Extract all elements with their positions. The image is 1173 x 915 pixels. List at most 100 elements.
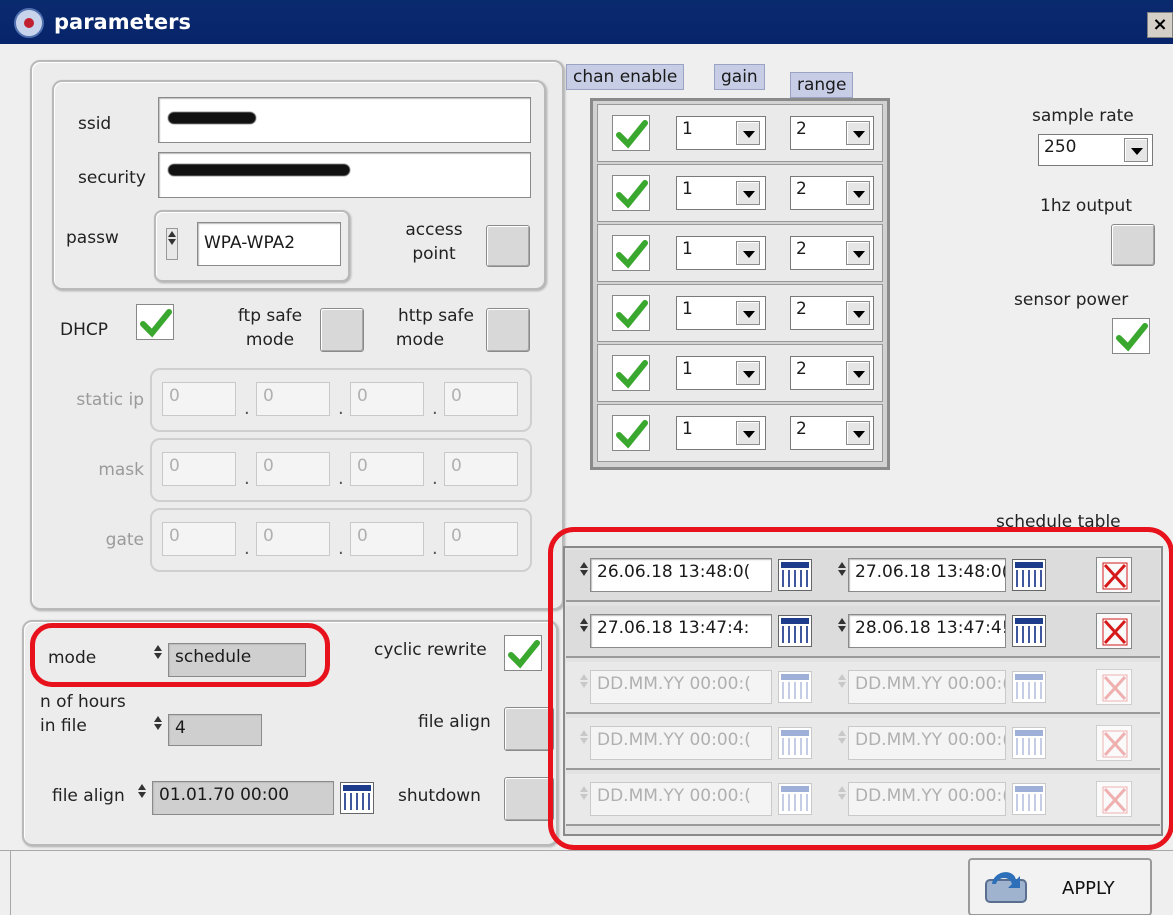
chevron-down-icon[interactable] (846, 121, 870, 145)
file-align-field[interactable]: 01.01.70 00:00 (152, 781, 334, 815)
bottom-divider (0, 850, 1173, 851)
octet-dot: . (338, 398, 344, 419)
left-edge (10, 850, 11, 915)
ip-octet-field[interactable]: 0 (350, 452, 424, 486)
dhcp-label: DHCP (60, 320, 108, 340)
chevron-down-icon[interactable] (846, 241, 870, 265)
chevron-down-icon[interactable] (736, 301, 760, 325)
security-label: security (78, 168, 146, 188)
redacted-security (168, 164, 350, 176)
gain-value: 1 (682, 179, 693, 199)
chevron-down-icon[interactable] (846, 361, 870, 385)
chevron-down-icon[interactable] (846, 301, 870, 325)
sensor-power-label: sensor power (1014, 290, 1129, 310)
cyclic-rewrite-checkbox[interactable] (504, 635, 542, 671)
hours-spinner[interactable] (152, 714, 164, 746)
access-point-label-2: point (412, 244, 456, 264)
ip-octet-field[interactable]: 0 (444, 522, 518, 556)
shutdown-button[interactable] (504, 777, 554, 821)
access-point-button[interactable] (486, 225, 530, 267)
calendar-icon[interactable] (340, 782, 374, 814)
access-point-label-1: access (405, 220, 463, 240)
check-icon (616, 180, 648, 209)
ip-octet-field[interactable]: 0 (350, 522, 424, 556)
check-icon (1116, 323, 1148, 352)
ip-octet-field[interactable]: 0 (162, 452, 236, 486)
close-button[interactable]: × (1147, 12, 1173, 38)
window-title: parameters (54, 10, 191, 34)
file-align-label: file align (52, 786, 125, 806)
hz-output-button[interactable] (1111, 224, 1155, 266)
parameters-window: parameters × ssid security passw WPA-WPA… (0, 0, 1173, 915)
http-safe-label-2: mode (395, 330, 445, 350)
http-safe-mode-button[interactable] (486, 308, 530, 352)
redacted-ssid (168, 112, 256, 124)
range-value: 2 (796, 299, 807, 319)
chevron-down-icon[interactable] (736, 181, 760, 205)
sensor-power-checkbox[interactable] (1112, 318, 1150, 354)
chevron-down-icon[interactable] (736, 241, 760, 265)
range-value: 2 (796, 359, 807, 379)
passw-field[interactable]: WPA-WPA2 (197, 222, 341, 266)
octet-dot: . (432, 538, 438, 559)
ip-octet-field[interactable]: 0 (350, 382, 424, 416)
ip-row-label: mask (98, 460, 144, 480)
octet-dot: . (244, 538, 250, 559)
title-bar: parameters × (0, 0, 1173, 44)
gain-value: 1 (682, 239, 693, 259)
channel-enable-checkbox[interactable] (612, 175, 650, 211)
chevron-down-icon[interactable] (1124, 138, 1148, 162)
sample-rate-value: 250 (1044, 137, 1077, 157)
chevron-down-icon[interactable] (846, 421, 870, 445)
chevron-down-icon[interactable] (736, 361, 760, 385)
ip-octet-field[interactable]: 0 (162, 522, 236, 556)
octet-dot: . (432, 468, 438, 489)
ip-octet-field[interactable]: 0 (256, 452, 330, 486)
channel-enable-checkbox[interactable] (612, 235, 650, 271)
chevron-down-icon[interactable] (736, 121, 760, 145)
shutdown-label: shutdown (398, 786, 481, 806)
channel-enable-checkbox[interactable] (612, 415, 650, 451)
ip-row-label: gate (105, 530, 144, 550)
gain-value: 1 (682, 299, 693, 319)
channel-enable-checkbox[interactable] (612, 295, 650, 331)
chevron-down-icon[interactable] (736, 421, 760, 445)
ftp-safe-label-1: ftp safe (237, 306, 303, 326)
file-align-spinner[interactable] (136, 782, 148, 814)
hz-output-label: 1hz output (1040, 196, 1132, 216)
passw-spinner[interactable] (166, 228, 178, 260)
app-icon (14, 8, 44, 38)
ip-octet-field[interactable]: 0 (444, 382, 518, 416)
apply-label: APPLY (1062, 878, 1115, 899)
ip-octet-field[interactable]: 0 (256, 382, 330, 416)
gain-header: gain (714, 64, 765, 90)
ftp-safe-label-2: mode (245, 330, 295, 350)
ip-octet-field[interactable]: 0 (256, 522, 330, 556)
check-icon (140, 309, 172, 338)
check-icon (616, 360, 648, 389)
check-icon (616, 120, 648, 149)
ip-octet-field[interactable]: 0 (444, 452, 518, 486)
ip-row-label: static ip (76, 390, 144, 410)
hours-field[interactable]: 4 (168, 714, 262, 746)
file-align-button[interactable] (504, 707, 554, 751)
octet-dot: . (338, 468, 344, 489)
ssid-label: ssid (78, 114, 112, 134)
ftp-safe-mode-button[interactable] (320, 308, 364, 352)
chevron-down-icon[interactable] (846, 181, 870, 205)
octet-dot: . (244, 468, 250, 489)
apply-button[interactable]: APPLY (968, 858, 1152, 915)
range-value: 2 (796, 419, 807, 439)
octet-dot: . (432, 398, 438, 419)
channel-enable-checkbox[interactable] (612, 355, 650, 391)
sample-rate-label: sample rate (1032, 106, 1134, 126)
range-value: 2 (796, 179, 807, 199)
range-value: 2 (796, 239, 807, 259)
gain-value: 1 (682, 119, 693, 139)
dhcp-checkbox[interactable] (136, 304, 174, 340)
channel-enable-checkbox[interactable] (612, 115, 650, 151)
apply-icon (985, 872, 1027, 903)
chan-enable-header: chan enable (566, 64, 685, 90)
file-align-button-label: file align (418, 712, 491, 732)
ip-octet-field[interactable]: 0 (162, 382, 236, 416)
